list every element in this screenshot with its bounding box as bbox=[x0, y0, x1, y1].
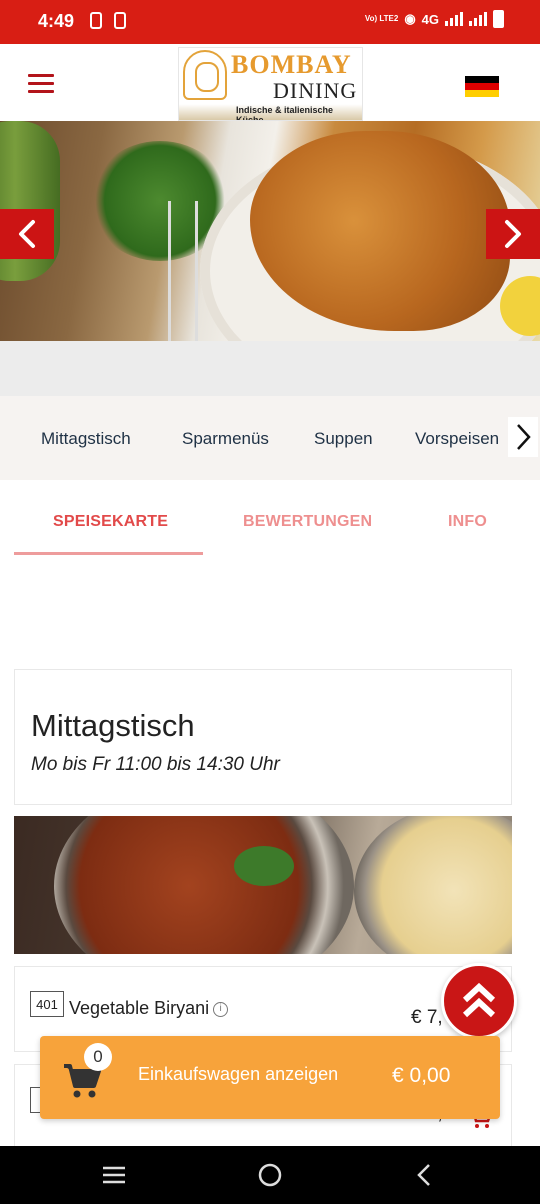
tab-speisekarte[interactable]: SPEISEKARTE bbox=[53, 513, 168, 531]
status-icons: Vo) LTE2 ◉ 4G bbox=[365, 10, 504, 28]
menu-icon[interactable] bbox=[28, 74, 54, 93]
category-nav: Mittagstisch Sparmenüs Suppen Vorspeisen bbox=[0, 396, 540, 480]
signal-icon bbox=[469, 12, 487, 26]
category-suppen[interactable]: Suppen bbox=[314, 429, 373, 449]
active-tab-indicator bbox=[14, 552, 203, 555]
logo[interactable]: BOMBAY DINING Indische & italienische Kü… bbox=[178, 47, 363, 121]
battery-icon bbox=[493, 10, 504, 28]
logo-mark-icon bbox=[183, 50, 227, 100]
double-chevron-up-icon bbox=[462, 982, 496, 1018]
section-image bbox=[14, 816, 512, 954]
tab-bewertungen[interactable]: BEWERTUNGEN bbox=[243, 513, 372, 531]
status-time: 4:49 bbox=[38, 11, 75, 31]
volte-icon: Vo) LTE2 bbox=[364, 14, 399, 23]
sim-icon bbox=[90, 12, 102, 29]
item-name-wrap: Vegetable Biryani i bbox=[69, 998, 229, 1019]
info-icon[interactable]: i bbox=[213, 1001, 229, 1017]
logo-subtitle: DINING bbox=[273, 78, 358, 103]
menu-section-header: Mittagstisch Mo bis Fr 11:00 bis 14:30 U… bbox=[14, 669, 512, 805]
content-tabs: SPEISEKARTE BEWERTUNGEN INFO bbox=[0, 488, 540, 558]
slider-prev-button[interactable] bbox=[0, 209, 54, 259]
category-sparmenues[interactable]: Sparmenüs bbox=[182, 429, 269, 449]
sim-icon bbox=[114, 12, 126, 29]
slider-next-button[interactable] bbox=[486, 209, 540, 259]
chevron-left-icon bbox=[19, 220, 35, 248]
recent-apps-icon[interactable] bbox=[100, 1162, 128, 1188]
signal-icon bbox=[445, 12, 463, 26]
section-title: Mittagstisch bbox=[31, 708, 195, 743]
logo-tagline: Indische & italienische Küche bbox=[236, 105, 334, 121]
hero-slider bbox=[0, 121, 540, 341]
item-price: € 7, bbox=[411, 1007, 443, 1028]
logo-title: BOMBAY bbox=[231, 50, 352, 79]
cart-total: € 0,00 bbox=[392, 1064, 451, 1087]
system-nav-bar bbox=[0, 1146, 540, 1204]
german-flag-icon[interactable] bbox=[465, 76, 499, 97]
cart-label: Einkaufswagen anzeigen bbox=[138, 1064, 339, 1084]
section-hours: Mo bis Fr 11:00 bis 14:30 Uhr bbox=[31, 754, 280, 775]
item-name: Vegetable Biryani bbox=[69, 998, 210, 1018]
view-cart-button[interactable]: 0 Einkaufswagen anzeigen € 0,00 bbox=[40, 1036, 500, 1119]
network-label: 4G bbox=[421, 11, 439, 27]
item-number: 401 bbox=[30, 991, 64, 1017]
cart-count-badge: 0 bbox=[84, 1043, 112, 1071]
chevron-right-icon bbox=[517, 424, 531, 450]
back-icon[interactable] bbox=[411, 1162, 439, 1188]
status-bar: 4:49 Vo) LTE2 ◉ 4G bbox=[0, 0, 540, 44]
divider-band bbox=[0, 341, 540, 396]
category-mittagstisch[interactable]: Mittagstisch bbox=[41, 429, 131, 449]
chevron-right-icon bbox=[505, 220, 521, 248]
category-next-button[interactable] bbox=[508, 417, 538, 457]
scroll-top-button[interactable] bbox=[441, 963, 517, 1039]
tab-info[interactable]: INFO bbox=[448, 513, 487, 531]
app-header: BOMBAY DINING Indische & italienische Kü… bbox=[0, 44, 540, 121]
category-vorspeisen[interactable]: Vorspeisen bbox=[415, 429, 499, 449]
hotspot-icon: ◉ bbox=[404, 11, 416, 26]
home-icon[interactable] bbox=[256, 1162, 284, 1188]
